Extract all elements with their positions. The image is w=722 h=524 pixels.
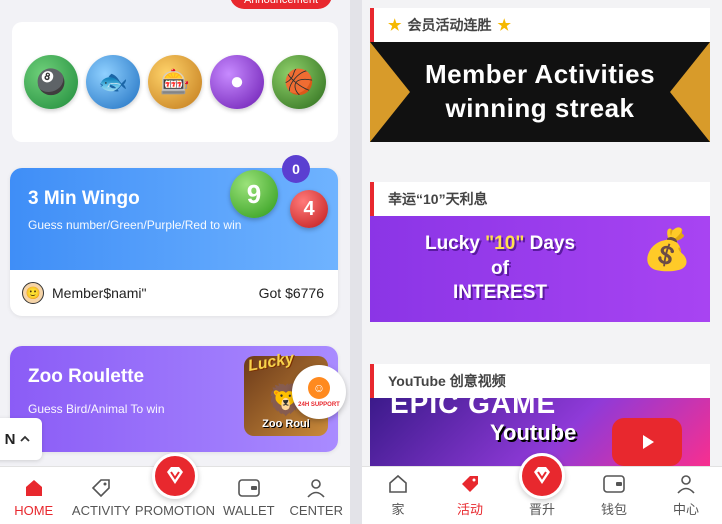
tag-icon xyxy=(458,472,482,496)
tab-promotion[interactable]: PROMOTION xyxy=(134,453,216,524)
diamond-icon xyxy=(519,453,565,499)
star-icon: ★ xyxy=(388,17,402,34)
banner-line: EPIC GAME xyxy=(390,398,557,419)
tab-label: HOME xyxy=(14,503,54,518)
user-icon xyxy=(674,472,698,496)
language-selector[interactable]: N xyxy=(0,418,42,460)
tab-home[interactable]: HOME xyxy=(0,467,67,524)
member-activities-banner[interactable]: Member Activities winning streak xyxy=(370,42,710,142)
tab-label: 晋升 xyxy=(528,502,555,517)
winner-amount: Got $6776 xyxy=(258,285,324,301)
tab-center[interactable]: CENTER xyxy=(283,467,350,524)
tab-center[interactable]: 中心 xyxy=(650,467,722,524)
wingo-card-header: 3 Min Wingo Guess number/Green/Purple/Re… xyxy=(10,168,338,270)
lottery-icon[interactable]: 🎱 xyxy=(24,55,78,109)
announcement-badge[interactable]: Announcement xyxy=(230,0,332,9)
chevron-decoration xyxy=(370,42,410,142)
tab-promotion[interactable]: 晋升 xyxy=(506,453,578,524)
youtube-play-icon xyxy=(612,418,682,466)
zoo-lucky-text: Lucky xyxy=(246,350,296,375)
tab-wallet[interactable]: 钱包 xyxy=(578,467,650,524)
tab-label: 中心 xyxy=(672,502,699,517)
home-icon xyxy=(386,472,410,496)
game-category-strip: 🎱 🐟 🎰 ● 🏀 xyxy=(12,22,338,142)
user-icon xyxy=(304,476,328,500)
section-title: 幸运“10”天利息 xyxy=(370,182,710,216)
banner-line: Youtube xyxy=(490,420,577,445)
bottom-tab-bar: HOME ACTIVITY PROMOTION WALLET CENTER xyxy=(0,453,350,524)
wingo-winner-row: 🙂 Member$nami" Got $6776 xyxy=(10,270,338,316)
promo-section-member[interactable]: ★ 会员活动连胜 ★ Member Activities winning str… xyxy=(370,8,710,142)
tag-icon xyxy=(89,476,113,500)
chevron-decoration xyxy=(670,42,710,142)
tab-label: 钱包 xyxy=(600,502,627,517)
money-bag-icon: 💰 xyxy=(642,228,692,272)
tab-label: 家 xyxy=(391,502,405,517)
home-icon xyxy=(22,476,46,500)
section-title: ★ 会员活动连胜 ★ xyxy=(370,8,710,42)
banner-line: INTEREST xyxy=(453,282,547,304)
tab-label: CENTER xyxy=(289,503,343,518)
language-code: N xyxy=(4,430,16,448)
tab-label: WALLET xyxy=(223,503,275,518)
tab-wallet[interactable]: WALLET xyxy=(215,467,282,524)
panel-divider xyxy=(350,0,362,524)
green-ball: 9 xyxy=(230,170,278,218)
avatar: 🙂 xyxy=(22,282,44,304)
promo-section-lucky[interactable]: 幸运“10”天利息 Lucky "10" Days of INTEREST 💰 xyxy=(370,182,710,322)
star-icon: ★ xyxy=(497,17,511,34)
zoo-roulette-card[interactable]: Zoo Roulette Guess Bird/Animal To win Lu… xyxy=(10,346,338,452)
tab-label: ACTIVITY xyxy=(71,503,131,518)
wingo-subtitle: Guess number/Green/Purple/Red to win xyxy=(28,218,242,232)
support-label: 24H SUPPORT xyxy=(298,401,340,408)
count-badge: 0 xyxy=(282,155,310,183)
headset-icon: ☺ xyxy=(308,376,330,399)
sports-icon[interactable]: 🏀 xyxy=(272,55,326,109)
section-title: YouTube 创意视频 xyxy=(370,364,710,398)
wallet-icon xyxy=(602,472,626,496)
fishing-icon[interactable]: 🐟 xyxy=(86,55,140,109)
chevron-up-icon xyxy=(20,435,31,442)
banner-line: of xyxy=(491,257,509,279)
tab-activity[interactable]: 活动 xyxy=(434,467,506,524)
slots-icon[interactable]: 🎰 xyxy=(148,55,202,109)
zoo-card-header: Zoo Roulette Guess Bird/Animal To win Lu… xyxy=(10,346,338,452)
support-button[interactable]: ☺ 24H SUPPORT xyxy=(292,365,346,419)
banner-line: Lucky "10" Days xyxy=(424,232,576,254)
tab-home[interactable]: 家 xyxy=(362,467,434,524)
red-ball: 4 xyxy=(290,190,328,228)
tab-label: 活动 xyxy=(456,502,483,517)
diamond-icon xyxy=(151,453,198,499)
zoo-image-label: Zoo Roul xyxy=(262,418,310,430)
left-panel: Announcement 🎱 🐟 🎰 ● 🏀 3 Min Wingo Guess… xyxy=(0,0,350,524)
tab-label: PROMOTION xyxy=(134,503,216,518)
winner-name: Member$nami" xyxy=(52,285,147,301)
bottom-tab-bar: 家 活动 晋升 钱包 中心 xyxy=(362,453,722,524)
wallet-icon xyxy=(237,476,261,500)
right-panel: ★ 会员活动连胜 ★ Member Activities winning str… xyxy=(362,0,722,524)
banner-line: winning streak xyxy=(445,93,635,123)
wingo-card[interactable]: 3 Min Wingo Guess number/Green/Purple/Re… xyxy=(10,168,338,316)
tab-activity[interactable]: ACTIVITY xyxy=(67,467,134,524)
casino-chips-icon[interactable]: ● xyxy=(210,55,264,109)
lucky-days-banner[interactable]: Lucky "10" Days of INTEREST 💰 xyxy=(370,216,710,322)
banner-line: Member Activities xyxy=(424,59,656,90)
